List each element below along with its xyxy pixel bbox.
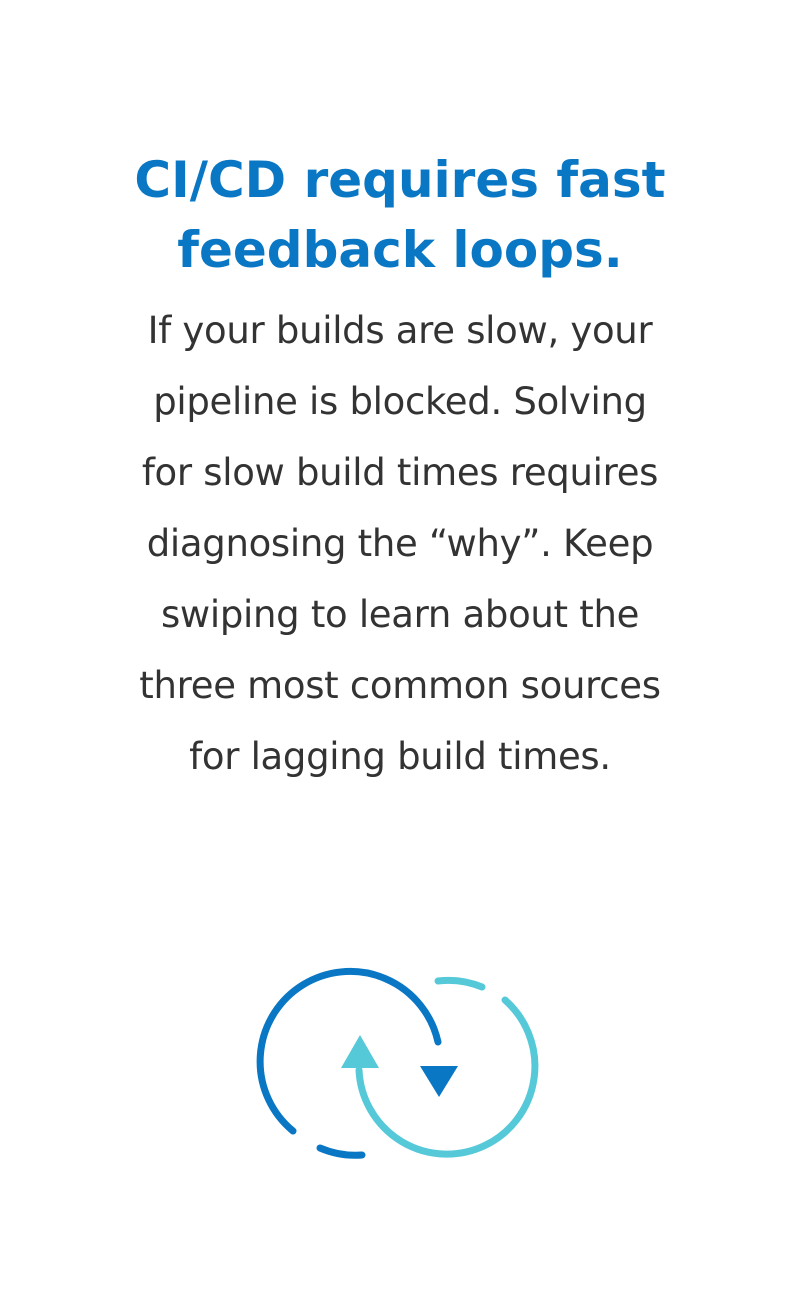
body-line: If your builds are slow, your	[147, 309, 653, 352]
body-line: three most common sources	[139, 664, 661, 707]
arrow-up-icon	[341, 1035, 379, 1068]
refresh-cycle-icon	[256, 968, 539, 1159]
dark-dash-icon	[316, 1144, 366, 1159]
body-line: pipeline is blocked. Solving	[153, 380, 647, 423]
body-paragraph: If your builds are slow, your pipeline i…	[40, 295, 760, 792]
light-dash-icon	[434, 976, 486, 991]
arrow-down-icon	[420, 1066, 458, 1097]
headline: CI/CD requires fast feedback loops.	[40, 145, 760, 285]
dark-arc-icon	[256, 968, 442, 1135]
body-line: for slow build times requires	[141, 451, 659, 494]
slide-page: CI/CD requires fast feedback loops. If y…	[0, 0, 800, 1300]
headline-line: feedback loops.	[177, 221, 623, 279]
body-line: swiping to learn about the	[160, 593, 640, 636]
body-line: for lagging build times.	[189, 735, 611, 778]
headline-line: CI/CD requires fast	[134, 151, 666, 209]
body-line: diagnosing the “why”. Keep	[146, 522, 654, 565]
